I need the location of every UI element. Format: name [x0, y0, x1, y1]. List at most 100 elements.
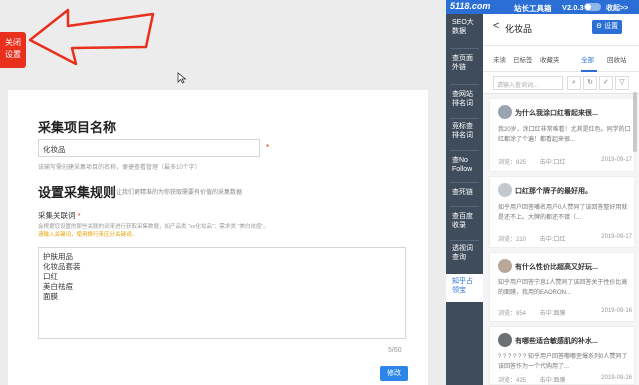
toolbox-toggle[interactable]	[584, 3, 601, 11]
toolbox-logo: 5118.com	[450, 1, 491, 11]
question-date: 2019-09-17	[601, 157, 632, 163]
question-title[interactable]: 有哪些适合敏感肌的补水...	[515, 336, 631, 346]
required-mark: *	[266, 143, 270, 152]
question-date: 2019-09-16	[601, 308, 632, 314]
avatar	[498, 183, 512, 197]
panel-header: < 化妆品 ⚙ 设置	[483, 14, 639, 46]
nav-item-dead-links[interactable]: 查死链	[446, 188, 483, 202]
nav-label: 查百度	[452, 213, 473, 220]
nav-item-seo-data[interactable]: SEO大 数据	[446, 18, 483, 44]
nav-divider	[450, 206, 479, 207]
question-card[interactable]: 口红那个牌子的最好用。 如乎用户回答嘴名用户0人赞同了该回答整好用就是还不上。大…	[489, 176, 635, 248]
nav-item-baidu-index[interactable]: 查百度 收录	[446, 212, 483, 238]
tab-favorites[interactable]: 收藏夹	[540, 54, 560, 64]
project-name-heading: 采集项目名称	[38, 120, 117, 135]
question-search-input[interactable]: 请输入查询词...	[493, 76, 563, 90]
back-button[interactable]: <	[493, 20, 499, 32]
hit-keyword: 击中:口红	[539, 160, 566, 166]
keyword-label: 采集关联词 *	[38, 210, 81, 221]
rule-subtitle: 让我们更精准的为你获取需要有价值的采集数据	[116, 190, 243, 196]
question-title[interactable]: 有什么性价比超高又好玩...	[515, 262, 631, 272]
question-excerpt: 如乎用户回答嘴名用户0人赞同了该回答整好用就是还不上。大牌的都还不错（...	[498, 205, 628, 221]
toolbox-name: 站长工具箱	[514, 4, 552, 13]
hit-keyword: 击中:面膜	[539, 311, 566, 317]
tab-all[interactable]: 全部	[581, 54, 594, 64]
nav-divider	[450, 150, 479, 151]
nav-label: 查网站	[452, 91, 473, 98]
question-title[interactable]: 为什么我涂口红看起来很...	[515, 108, 631, 118]
nav-divider	[450, 48, 479, 49]
question-meta: 浏览：425 击中:面膜 2019-09-16	[498, 375, 632, 384]
tab-recycle-bin[interactable]: 回收站	[607, 54, 627, 64]
keyword-label-text: 采集关联词	[38, 211, 76, 220]
close-tab-line-1: 关闭	[5, 38, 21, 47]
nav-divider	[450, 84, 479, 85]
nav-label: 查询	[452, 254, 466, 261]
collapse-button[interactable]: 收起>>	[606, 3, 628, 13]
avatar	[498, 105, 512, 119]
question-meta: 浏览：854 击中:面膜 2019-09-16	[498, 308, 632, 317]
nav-item-keyword-lookup[interactable]: 透视词 查询	[446, 244, 483, 270]
search-icon[interactable]: ⌕	[567, 76, 581, 90]
check-icon[interactable]: ✓	[599, 76, 613, 90]
tab-labeled[interactable]: 已标签	[513, 54, 533, 64]
question-excerpt: 我20岁，涂口红非常难看！尤其是红色。同学的口红都涂了个遍！都看起来很...	[498, 127, 631, 143]
keyword-line: 美白祛痘	[43, 282, 73, 291]
keyword-line: 护肤用品	[43, 252, 73, 261]
hit-keyword: 击中:口红	[539, 237, 566, 243]
question-meta: 浏览：825 击中:口红 2019-09-17	[498, 157, 632, 166]
avatar	[498, 259, 512, 273]
toolbox-sidebar: SEO大 数据 查页面 外链 查网站 排名词 竞标查 排名词 查No Follo…	[446, 14, 483, 385]
question-excerpt: ? ? ? ? ? ? 知乎用户回答嘟嘟歪爆系列0人赞同了该回答作为一个代购用了…	[498, 354, 628, 370]
keyword-line: 化妆品套装	[43, 262, 81, 271]
project-name-hint: 该输写需创建采集项目的名称，便捷查看管理（最多10个字）	[38, 165, 201, 171]
avatar	[498, 333, 512, 347]
keyword-required-mark: *	[77, 211, 81, 220]
nav-label: 查死链	[452, 189, 473, 196]
nav-label: 外链	[452, 64, 466, 71]
nav-item-bid-ranking[interactable]: 竞标查 排名词	[446, 122, 483, 148]
question-card[interactable]: 有什么性价比超高又好玩... 知乎用户回答宁息1人赞同了该回答关于性价比高的面膜…	[489, 252, 635, 322]
nav-divider	[450, 118, 479, 119]
nav-divider	[450, 182, 479, 183]
close-settings-tab[interactable]: 关闭 设置	[0, 32, 26, 68]
project-name-input[interactable]: 化妆品	[38, 139, 260, 157]
nav-label: 领宝	[452, 287, 466, 294]
toolbox-version: V2.0.3	[562, 3, 584, 12]
panel-title: 化妆品	[505, 24, 533, 34]
question-card[interactable]: 有哪些适合敏感肌的补水... ? ? ? ? ? ? 知乎用户回答嘟嘟歪爆系列0…	[489, 326, 635, 385]
nav-item-zhihu-treasure[interactable]: 知乎占 领宝	[446, 274, 483, 302]
question-card[interactable]: 为什么我涂口红看起来很... 我20岁，涂口红非常难看！尤其是红色。同学的口红都…	[489, 98, 635, 172]
view-count: 浏览：425	[498, 378, 527, 384]
nav-label: 收录	[452, 222, 466, 229]
close-tab-line-2: 设置	[5, 50, 21, 59]
nav-label: Follow	[452, 166, 473, 173]
nav-label: 知乎占	[452, 278, 473, 285]
tab-unread[interactable]: 未读	[493, 54, 506, 64]
settings-button[interactable]: ⚙ 设置	[592, 20, 622, 34]
question-date: 2019-09-17	[601, 234, 632, 240]
refresh-icon[interactable]: ↻	[583, 76, 597, 90]
rule-heading: 设置采集规则	[38, 185, 117, 200]
keyword-description: 会根据您设置的那些关联的词来进行获取采集数据，如产品类 "xx化妆品"：需求类 …	[38, 224, 269, 230]
keyword-textarea[interactable]: 护肤用品 化妆品套装 口红 美白祛痘 面膜	[38, 247, 406, 339]
nav-item-page-links[interactable]: 查页面 外链	[446, 54, 483, 80]
view-count: 浏览：825	[498, 160, 527, 166]
question-title[interactable]: 口红那个牌子的最好用。	[515, 186, 631, 196]
edit-button[interactable]: 修改	[380, 366, 408, 381]
nav-item-site-ranking[interactable]: 查网站 排名词	[446, 90, 483, 116]
mouse-cursor-icon	[177, 72, 187, 84]
filter-icon[interactable]: ▽	[615, 76, 629, 90]
nav-label: 透视词	[452, 245, 473, 252]
hit-keyword: 击中:面膜	[539, 378, 566, 384]
question-excerpt: 知乎用户回答宁息1人赞同了该回答关于性价比高的面膜，我用的EAORON...	[498, 280, 628, 296]
nav-divider	[450, 240, 479, 241]
question-meta: 浏览：210 击中:口红 2019-09-17	[498, 234, 632, 243]
pointer-arrow-icon	[28, 8, 155, 66]
panel-scrollbar[interactable]	[633, 92, 637, 152]
keyword-counter: 5/60	[388, 347, 402, 354]
nav-item-nofollow[interactable]: 查No Follow	[446, 156, 483, 182]
view-count: 浏览：854	[498, 311, 527, 317]
nav-label: 排名词	[452, 100, 473, 107]
keyword-line: 口红	[43, 272, 58, 281]
